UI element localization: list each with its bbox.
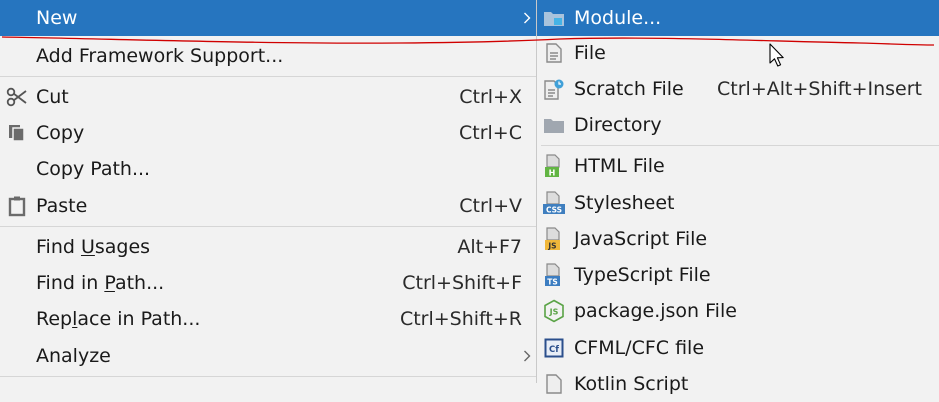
submenu-item-cfml-file-label: CFML/CFC file — [574, 337, 704, 359]
menu-item-analyze[interactable]: Analyze — [0, 338, 536, 374]
menu-item-find-in-path-label: Find in Path... — [36, 272, 164, 294]
submenu-item-stylesheet[interactable]: CSS Stylesheet — [537, 185, 939, 221]
menu-item-copy-path[interactable]: Copy Path... — [0, 151, 536, 187]
menu-item-cut[interactable]: Cut Ctrl+X — [0, 79, 536, 115]
submenu-item-html-file[interactable]: H HTML File — [537, 148, 939, 184]
js-file-icon: JS — [541, 221, 567, 257]
submenu-item-package-json[interactable]: JS package.json File — [537, 293, 939, 329]
submenu-item-directory-label: Directory — [574, 114, 662, 136]
submenu-item-html-file-label: HTML File — [574, 155, 665, 177]
submenu-item-scratch-file-shortcut: Ctrl+Alt+Shift+Insert — [717, 78, 922, 100]
submenu-item-scratch-file-label: Scratch File — [574, 78, 684, 100]
menu-item-cut-shortcut: Ctrl+X — [459, 86, 522, 108]
copy-icon — [4, 115, 30, 151]
submenu-item-module-label: Module... — [574, 7, 661, 29]
menu-item-paste[interactable]: Paste Ctrl+V — [0, 188, 536, 224]
file-icon — [541, 35, 567, 71]
module-folder-icon — [541, 0, 567, 36]
menu-item-find-in-path[interactable]: Find in Path... Ctrl+Shift+F — [0, 265, 536, 301]
folder-icon — [541, 107, 567, 143]
menu-item-find-usages[interactable]: Find Usages Alt+F7 — [0, 229, 536, 265]
menu-item-paste-label: Paste — [36, 195, 87, 217]
menu-separator — [0, 76, 536, 77]
submenu-item-kotlin-script[interactable]: Kotlin Script — [537, 366, 939, 402]
chevron-right-icon — [521, 0, 532, 36]
html-file-icon: H — [541, 148, 567, 184]
menu-separator — [0, 376, 536, 377]
menu-item-replace-in-path[interactable]: Replace in Path... Ctrl+Shift+R — [0, 301, 536, 337]
submenu-item-directory[interactable]: Directory — [537, 107, 939, 143]
menu-item-find-usages-shortcut: Alt+F7 — [457, 236, 522, 258]
context-menu: New Add Framework Support... Cut Ctrl+X … — [0, 0, 536, 383]
svg-text:H: H — [549, 169, 556, 178]
scratch-file-icon — [541, 71, 567, 107]
new-submenu: Module... File Scratch File Ctrl+Alt+Shi… — [536, 0, 939, 383]
chevron-right-icon — [521, 338, 532, 374]
menu-item-copy-label: Copy — [36, 122, 84, 144]
menu-item-copy-shortcut: Ctrl+C — [459, 122, 522, 144]
menu-separator — [541, 145, 939, 146]
submenu-item-scratch-file[interactable]: Scratch File Ctrl+Alt+Shift+Insert — [537, 71, 939, 107]
menu-item-replace-in-path-shortcut: Ctrl+Shift+R — [400, 308, 522, 330]
menu-item-new-label: New — [36, 7, 77, 29]
submenu-item-package-json-label: package.json File — [574, 300, 737, 322]
submenu-item-typescript-file-label: TypeScript File — [574, 264, 711, 286]
menu-item-new[interactable]: New — [0, 0, 536, 36]
svg-text:CSS: CSS — [546, 206, 562, 215]
menu-item-find-usages-label: Find Usages — [36, 236, 150, 258]
menu-item-analyze-label: Analyze — [36, 345, 111, 367]
kotlin-script-icon — [541, 366, 567, 402]
cfml-icon: Cf — [541, 330, 567, 366]
submenu-item-file[interactable]: File — [537, 35, 939, 71]
menu-item-copy[interactable]: Copy Ctrl+C — [0, 115, 536, 151]
menu-item-cut-label: Cut — [36, 86, 69, 108]
submenu-item-cfml-file[interactable]: Cf CFML/CFC file — [537, 330, 939, 366]
submenu-item-typescript-file[interactable]: TS TypeScript File — [537, 257, 939, 293]
css-file-icon: CSS — [541, 185, 567, 221]
menu-item-paste-shortcut: Ctrl+V — [459, 195, 522, 217]
ts-file-icon: TS — [541, 257, 567, 293]
svg-text:JS: JS — [547, 242, 556, 251]
submenu-item-file-label: File — [574, 42, 606, 64]
menu-item-copy-path-label: Copy Path... — [36, 158, 150, 180]
submenu-item-kotlin-script-label: Kotlin Script — [574, 373, 688, 395]
submenu-item-javascript-file[interactable]: JS JavaScript File — [537, 221, 939, 257]
menu-item-add-framework-support-label: Add Framework Support... — [36, 45, 283, 67]
menu-item-add-framework-support[interactable]: Add Framework Support... — [0, 38, 536, 74]
scissors-icon — [4, 79, 30, 115]
submenu-item-module[interactable]: Module... — [537, 0, 939, 36]
nodejs-icon: JS — [541, 293, 567, 329]
svg-text:JS: JS — [549, 308, 559, 317]
submenu-item-stylesheet-label: Stylesheet — [574, 192, 675, 214]
menu-separator — [0, 226, 536, 227]
svg-text:TS: TS — [547, 278, 558, 287]
menu-item-replace-in-path-label: Replace in Path... — [36, 308, 200, 330]
menu-item-find-in-path-shortcut: Ctrl+Shift+F — [402, 272, 522, 294]
submenu-item-javascript-file-label: JavaScript File — [574, 228, 707, 250]
svg-text:Cf: Cf — [549, 345, 559, 355]
clipboard-icon — [4, 188, 30, 224]
